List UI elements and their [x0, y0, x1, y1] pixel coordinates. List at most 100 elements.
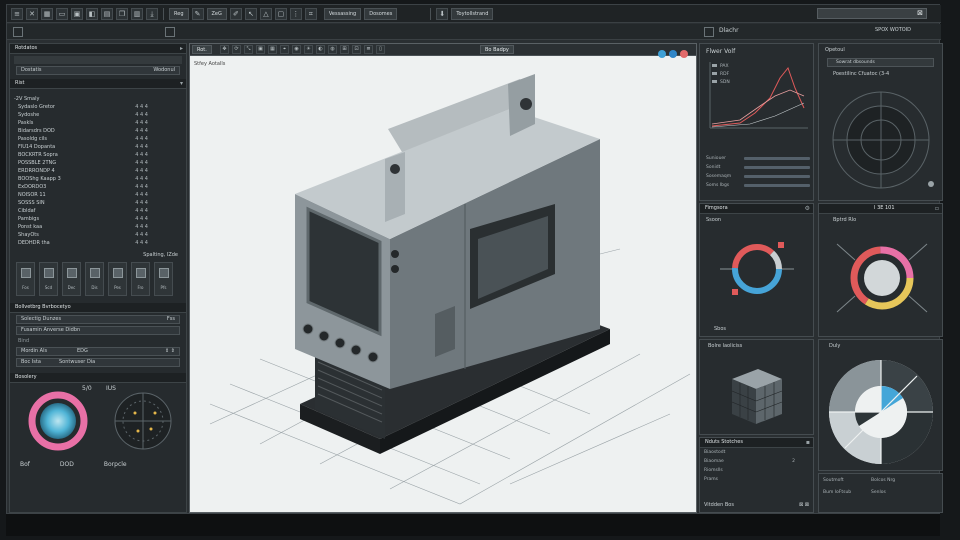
list-item[interactable]: Pambigs 4 4 4: [10, 215, 186, 223]
select-icon[interactable]: ↖: [244, 7, 257, 20]
dial-center[interactable]: [40, 403, 76, 439]
frame-icon[interactable]: ⌗: [304, 7, 317, 20]
list-item[interactable]: DEDHDR tha 4 4 4: [10, 239, 186, 247]
footer-label[interactable]: DOD: [60, 461, 74, 468]
stat-row[interactable]: Biaomae 2: [704, 459, 809, 468]
tool-button[interactable]: Dec: [62, 262, 81, 296]
slider-b[interactable]: Boc Ista Sontwuser Dia: [16, 358, 180, 367]
image-icon[interactable]: ▤: [101, 7, 113, 20]
list-item[interactable]: Bidarsdrs DOD 4 4 4: [10, 127, 186, 135]
control-slider[interactable]: [744, 166, 810, 169]
list-item[interactable]: BOCKRTR Sopra 4 4 4: [10, 151, 186, 159]
toolbar-label-a[interactable]: Reg: [169, 7, 189, 20]
list-item[interactable]: NOISOR 11 4 4 4: [10, 191, 186, 199]
close-small-icon[interactable]: ⊠: [917, 9, 923, 18]
list-item[interactable]: ERDRRONDP 4 4 4 4: [10, 167, 186, 175]
list-item[interactable]: POSSBLE 2TNG 4 4 4: [10, 159, 186, 167]
control-row[interactable]: Sonidt: [706, 163, 810, 172]
control-row[interactable]: Soms Ibgs: [706, 181, 810, 190]
toolbar-divider: [163, 7, 164, 20]
joint-bolt: [390, 164, 400, 174]
dial-label: IUS: [106, 385, 116, 392]
radar-handle[interactable]: [928, 181, 934, 187]
box-icon[interactable]: ▢: [274, 7, 287, 20]
footer-label[interactable]: Bof: [20, 461, 30, 468]
control-slider[interactable]: [744, 157, 810, 160]
collapse-icon[interactable]: [165, 27, 175, 37]
tool-button[interactable]: Fro: [131, 262, 150, 296]
dostatis-field[interactable]: Dostatis Wodonul: [16, 66, 180, 75]
arrow-down-icon[interactable]: ⬇: [436, 7, 449, 20]
segmented-pie: [829, 360, 933, 464]
radar-action-button[interactable]: Sowrat dbsounds: [827, 58, 934, 67]
fusamin-field[interactable]: Fusamin Anverse Didbn: [16, 326, 180, 335]
pencil-icon[interactable]: ✎: [191, 7, 204, 20]
settings-icon[interactable]: ⚙: [805, 204, 810, 213]
layers-icon[interactable]: ◧: [86, 7, 98, 20]
tool-button[interactable]: Scd: [39, 262, 58, 296]
list-item[interactable]: ExDORDO3 4 4 4: [10, 183, 186, 191]
solectig-field[interactable]: Solectig Dunzes Fss: [16, 315, 180, 324]
panel-settings-icon[interactable]: [704, 27, 714, 37]
tool-button[interactable]: Pes: [108, 262, 127, 296]
control-slider[interactable]: [744, 175, 810, 178]
slider-a[interactable]: Mordin Als EDG ⇕ ⇕: [16, 347, 180, 356]
stat-row[interactable]: Prams: [704, 477, 809, 486]
close-icon[interactable]: ✕: [26, 7, 38, 20]
close-icon[interactable]: ▫: [935, 204, 939, 213]
copy-icon[interactable]: ❐: [116, 7, 128, 20]
save-icon[interactable]: ▣: [71, 7, 83, 20]
control-row[interactable]: Sosemaqm: [706, 172, 810, 181]
toolbar-label-e[interactable]: Toytollstrand: [451, 7, 494, 20]
list-item[interactable]: Pasoldg cils 4 4 4: [10, 135, 186, 143]
stack-icon[interactable]: ▥: [131, 7, 143, 20]
sidebar-title: Rotdatos: [15, 45, 38, 51]
stepper-icon[interactable]: ⇕ ⇕: [165, 348, 175, 355]
search-input[interactable]: ⊠: [817, 8, 927, 19]
menu-icon[interactable]: ≡: [11, 7, 23, 20]
panel-badge[interactable]: Sbos: [714, 326, 726, 332]
toolbar-label-c[interactable]: Vessassing: [323, 7, 362, 20]
list-item[interactable]: Cibldaf 4 4 4: [10, 207, 186, 215]
list-item-value: 4 4 4: [135, 104, 148, 110]
chevron-down-icon[interactable]: ▾: [180, 79, 183, 88]
stat-row[interactable]: Biaostodt: [704, 450, 809, 459]
toggle-panel-icon[interactable]: [13, 27, 23, 37]
3d-viewport[interactable]: Rot. ✥ ⟳ ⤡ ▣ ▦ ⌖ ◉ ☀ ◐ ◍ ⊞ ⊡ ≣ ▯ Bo Badp…: [189, 43, 697, 513]
tool-button[interactable]: Dis: [85, 262, 104, 296]
footer-row[interactable]: Bum loFtsub Senlos: [823, 490, 938, 502]
legend-swatch: [712, 72, 717, 75]
list-item[interactable]: Sydoshe 4 4 4: [10, 111, 186, 119]
toolbar-label-d[interactable]: Dosomes: [364, 7, 398, 20]
list-item[interactable]: FlU14 Dopanta 4 4 4: [10, 143, 186, 151]
triangle-icon[interactable]: △: [259, 7, 272, 20]
list-item[interactable]: Paskls 4 4 4: [10, 119, 186, 127]
dots-icon[interactable]: ⋮: [289, 7, 302, 20]
list-item-value: 4 4 4: [135, 168, 148, 174]
control-slider[interactable]: [744, 184, 810, 187]
control-row[interactable]: Suniouer: [706, 154, 810, 163]
list-item[interactable]: Sydaslo Gretor 4 4 4: [10, 103, 186, 111]
grid-icon[interactable]: ▦: [41, 7, 53, 20]
pen-icon[interactable]: ✐: [229, 7, 242, 20]
footer-label[interactable]: Borpcle: [104, 461, 127, 468]
footer-row[interactable]: Soutmoft Bolcos Nrg: [823, 478, 938, 490]
footer-icons[interactable]: ⊠ ⊠: [799, 502, 809, 508]
collapse-icon[interactable]: ▸: [180, 44, 183, 53]
list-item[interactable]: ShayOts 4 4 4: [10, 231, 186, 239]
stat-row[interactable]: Riomslls: [704, 468, 809, 477]
tool-label: Fos: [22, 285, 29, 290]
side-knob: [391, 265, 399, 273]
toolbar-label-b[interactable]: ZeG: [206, 7, 227, 20]
folder-icon[interactable]: ▭: [56, 7, 68, 20]
tool-button[interactable]: Pfs: [154, 262, 173, 296]
list-item[interactable]: BOOShg Kaapp 3 4 4 4: [10, 175, 186, 183]
close-icon[interactable]: ▪: [806, 438, 810, 447]
sidebar-filter[interactable]: [14, 56, 182, 64]
radar-dial[interactable]: [819, 80, 944, 200]
export-icon[interactable]: ⤓: [146, 7, 158, 20]
list-item[interactable]: Ponst kaa 4 4 4: [10, 223, 186, 231]
toolbar-note: Spalting, IZde: [143, 252, 178, 258]
list-item[interactable]: SOSSS SIN 4 4 4: [10, 199, 186, 207]
tool-button[interactable]: Fos: [16, 262, 35, 296]
